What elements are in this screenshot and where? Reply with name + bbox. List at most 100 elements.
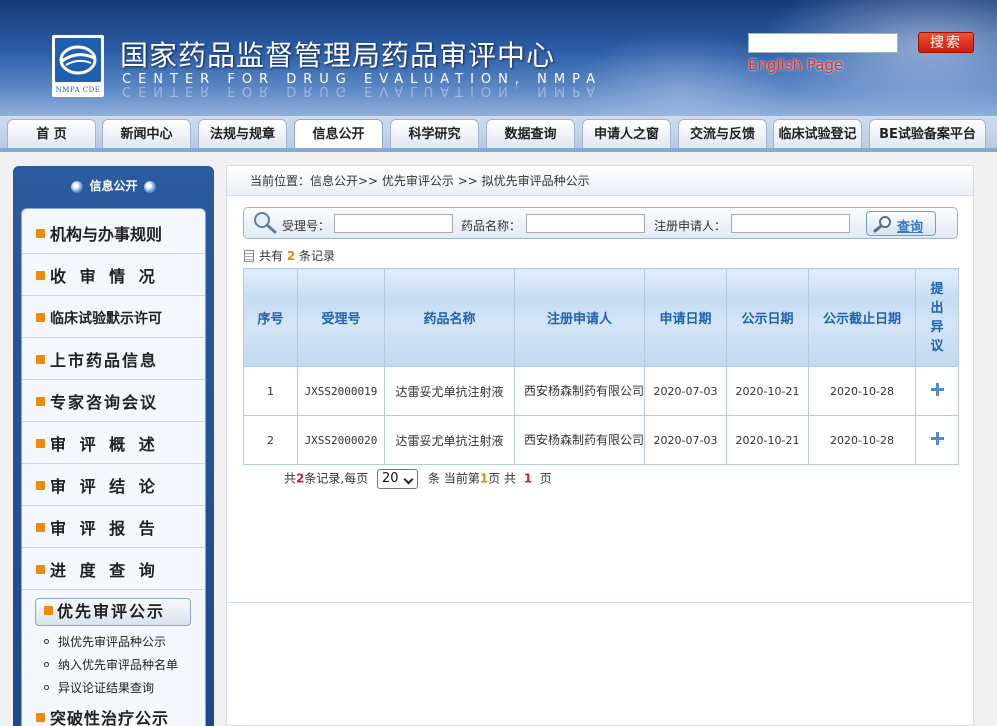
record-count-number: 2 (286, 249, 296, 263)
main-nav: 首 页 新闻中心 法规与规章 信息公开 科学研究 数据查询 申请人之窗 交流与反… (0, 116, 997, 151)
sidebar-item-progress-query[interactable]: 进 度 查 询 (22, 552, 205, 590)
col-header-deadline: 公示截止日期 (808, 268, 916, 367)
sidebar-subitem-label: 纳入优先审评品种名单 (58, 658, 179, 672)
col-header-index: 序号 (243, 268, 298, 367)
tab-be-platform[interactable]: BE试验备案平台 (869, 119, 986, 150)
sidebar-menu: 机构与办事规则 收 审 情 况 临床试验默示许可 上市药品信息 专家咨询会议 审… (21, 208, 206, 726)
rss-icon (36, 439, 45, 448)
pager-total-pages: 1 (523, 471, 533, 486)
content-divider (227, 602, 973, 603)
tab-regulations[interactable]: 法规与规章 (198, 119, 287, 150)
sidebar-subitem-priority-list[interactable]: 纳入优先审评品种名单 (44, 656, 178, 673)
rss-icon (36, 565, 45, 574)
sidebar-item-marketed-drugs[interactable]: 上市药品信息 (22, 342, 205, 380)
tab-feedback[interactable]: 交流与反馈 (678, 119, 767, 150)
english-page-link[interactable]: English Page (748, 56, 843, 74)
drug-name-input[interactable] (526, 214, 645, 233)
cell-apply-date: 2020-07-03 (644, 366, 727, 416)
record-count-prefix: 共有 (259, 249, 284, 263)
sidebar-item-review-overview[interactable]: 审 评 概 述 (22, 426, 205, 464)
sidebar-item-rules[interactable]: 机构与办事规则 (22, 216, 205, 254)
sidebar-item-label: 突破性治疗公示 (50, 709, 170, 726)
site-search-input[interactable] (748, 33, 898, 53)
pager-current-page: 1 (479, 471, 489, 486)
circle-bullet-icon (44, 662, 49, 667)
document-icon (244, 249, 254, 262)
sidebar-subitem-proposed-priority[interactable]: 拟优先审评品种公示 (44, 633, 166, 650)
tab-home[interactable]: 首 页 (7, 119, 96, 150)
pagination: 共2条记录,每页 20 条 当前第1页 共 1 页 (284, 469, 552, 489)
nav-divider (0, 148, 997, 152)
sidebar: 信息公开 机构与办事规则 收 审 情 况 临床试验默示许可 上市药品信息 专家咨… (13, 166, 214, 726)
table-row: 1 JXSS2000019 达雷妥尤单抗注射液 西安杨森制药有限公司 2020-… (243, 366, 959, 416)
cell-drug-name: 达雷妥尤单抗注射液 (384, 415, 515, 465)
add-objection-icon[interactable] (930, 432, 944, 445)
sidebar-item-label: 专家咨询会议 (50, 393, 159, 412)
pager-text: 条 当前第 (428, 471, 480, 486)
sidebar-subitem-label: 拟优先审评品种公示 (58, 635, 167, 649)
sidebar-item-acceptance[interactable]: 收 审 情 况 (22, 258, 205, 296)
sidebar-item-review-report[interactable]: 审 评 报 告 (22, 510, 205, 548)
accept-no-label: 受理号： (282, 219, 331, 233)
col-header-accept-no: 受理号 (297, 268, 385, 367)
sidebar-item-label: 进 度 查 询 (50, 561, 159, 580)
cell-drug-name: 达雷妥尤单抗注射液 (384, 366, 515, 416)
col-header-drug-name: 药品名称 (384, 268, 515, 367)
cell-apply-date: 2020-07-03 (644, 415, 727, 465)
sidebar-item-priority-review[interactable]: 优先审评公示 (35, 598, 191, 626)
sidebar-title: 信息公开 (13, 166, 214, 206)
cell-index: 1 (243, 366, 298, 416)
cell-index: 2 (243, 415, 298, 465)
site-search-button[interactable]: 搜索 (918, 32, 974, 53)
applicant-label: 注册申请人： (654, 219, 727, 233)
bullet-icon (143, 180, 156, 193)
nmpa-logo[interactable]: NMPA CDE (52, 35, 104, 97)
sidebar-item-label: 机构与办事规则 (50, 225, 163, 244)
sidebar-item-label: 审 评 结 论 (50, 477, 159, 496)
tab-applicant-window[interactable]: 申请人之窗 (582, 119, 671, 150)
filter-bar: 受理号： 药品名称： 注册申请人： 查询 (243, 207, 958, 239)
logo-mark-icon (55, 38, 101, 82)
cell-publish-date: 2020-10-21 (726, 366, 809, 416)
cell-deadline: 2020-10-28 (808, 366, 916, 416)
add-objection-icon[interactable] (930, 383, 944, 396)
sidebar-subitem-label: 异议论证结果查询 (58, 681, 155, 695)
site-header: NMPA CDE 国家药品监督管理局药品审评中心 CENTER FOR DRUG… (0, 0, 997, 116)
breadcrumb: 当前位置：信息公开>> 优先审评公示 >> 拟优先审评品种公示 (227, 166, 973, 196)
cell-objection (915, 415, 959, 465)
cell-objection (915, 366, 959, 416)
per-page-select[interactable]: 20 (377, 469, 419, 489)
tab-info-disclosure[interactable]: 信息公开 (294, 119, 383, 151)
cell-applicant: 西安杨森制药有限公司 (514, 366, 645, 416)
site-title: 国家药品监督管理局药品审评中心 (120, 39, 556, 72)
cell-publish-date: 2020-10-21 (726, 415, 809, 465)
col-header-publish-date: 公示日期 (726, 268, 809, 367)
rss-icon (36, 271, 45, 280)
table-row: 2 JXSS2000020 达雷妥尤单抗注射液 西安杨森制药有限公司 2020-… (243, 415, 959, 465)
priority-review-table: 序号 受理号 药品名称 注册申请人 申请日期 公示日期 公示截止日期 提出异议 … (243, 268, 959, 465)
main-content: 当前位置：信息公开>> 优先审评公示 >> 拟优先审评品种公示 受理号： 药品名… (226, 165, 974, 726)
tab-clinical-trial[interactable]: 临床试验登记 (773, 119, 862, 150)
rss-icon (36, 355, 45, 364)
cell-applicant: 西安杨森制药有限公司 (514, 415, 645, 465)
cell-deadline: 2020-10-28 (808, 415, 916, 465)
query-button-label: 查询 (897, 220, 924, 235)
sidebar-item-label: 审 评 概 述 (50, 435, 159, 454)
sidebar-item-review-conclusion[interactable]: 审 评 结 论 (22, 468, 205, 506)
col-header-objection: 提出异议 (915, 268, 959, 367)
accept-no-input[interactable] (334, 214, 453, 233)
tab-research[interactable]: 科学研究 (390, 119, 479, 150)
pager-text: 条记录,每页 (304, 471, 369, 486)
applicant-input[interactable] (731, 214, 850, 233)
rss-icon (36, 481, 45, 490)
sidebar-item-breakthrough[interactable]: 突破性治疗公示 (22, 700, 205, 726)
sidebar-item-clinical-permit[interactable]: 临床试验默示许可 (22, 300, 205, 338)
sidebar-subitem-objection-results[interactable]: 异议论证结果查询 (44, 679, 154, 696)
table-header-row: 序号 受理号 药品名称 注册申请人 申请日期 公示日期 公示截止日期 提出异议 (243, 268, 959, 367)
record-count-suffix: 条记录 (299, 249, 336, 263)
query-button[interactable]: 查询 (866, 211, 936, 236)
tab-news[interactable]: 新闻中心 (102, 119, 191, 150)
tab-data-query[interactable]: 数据查询 (486, 119, 575, 150)
sidebar-item-expert-meeting[interactable]: 专家咨询会议 (22, 384, 205, 422)
drug-name-label: 药品名称： (461, 219, 522, 233)
